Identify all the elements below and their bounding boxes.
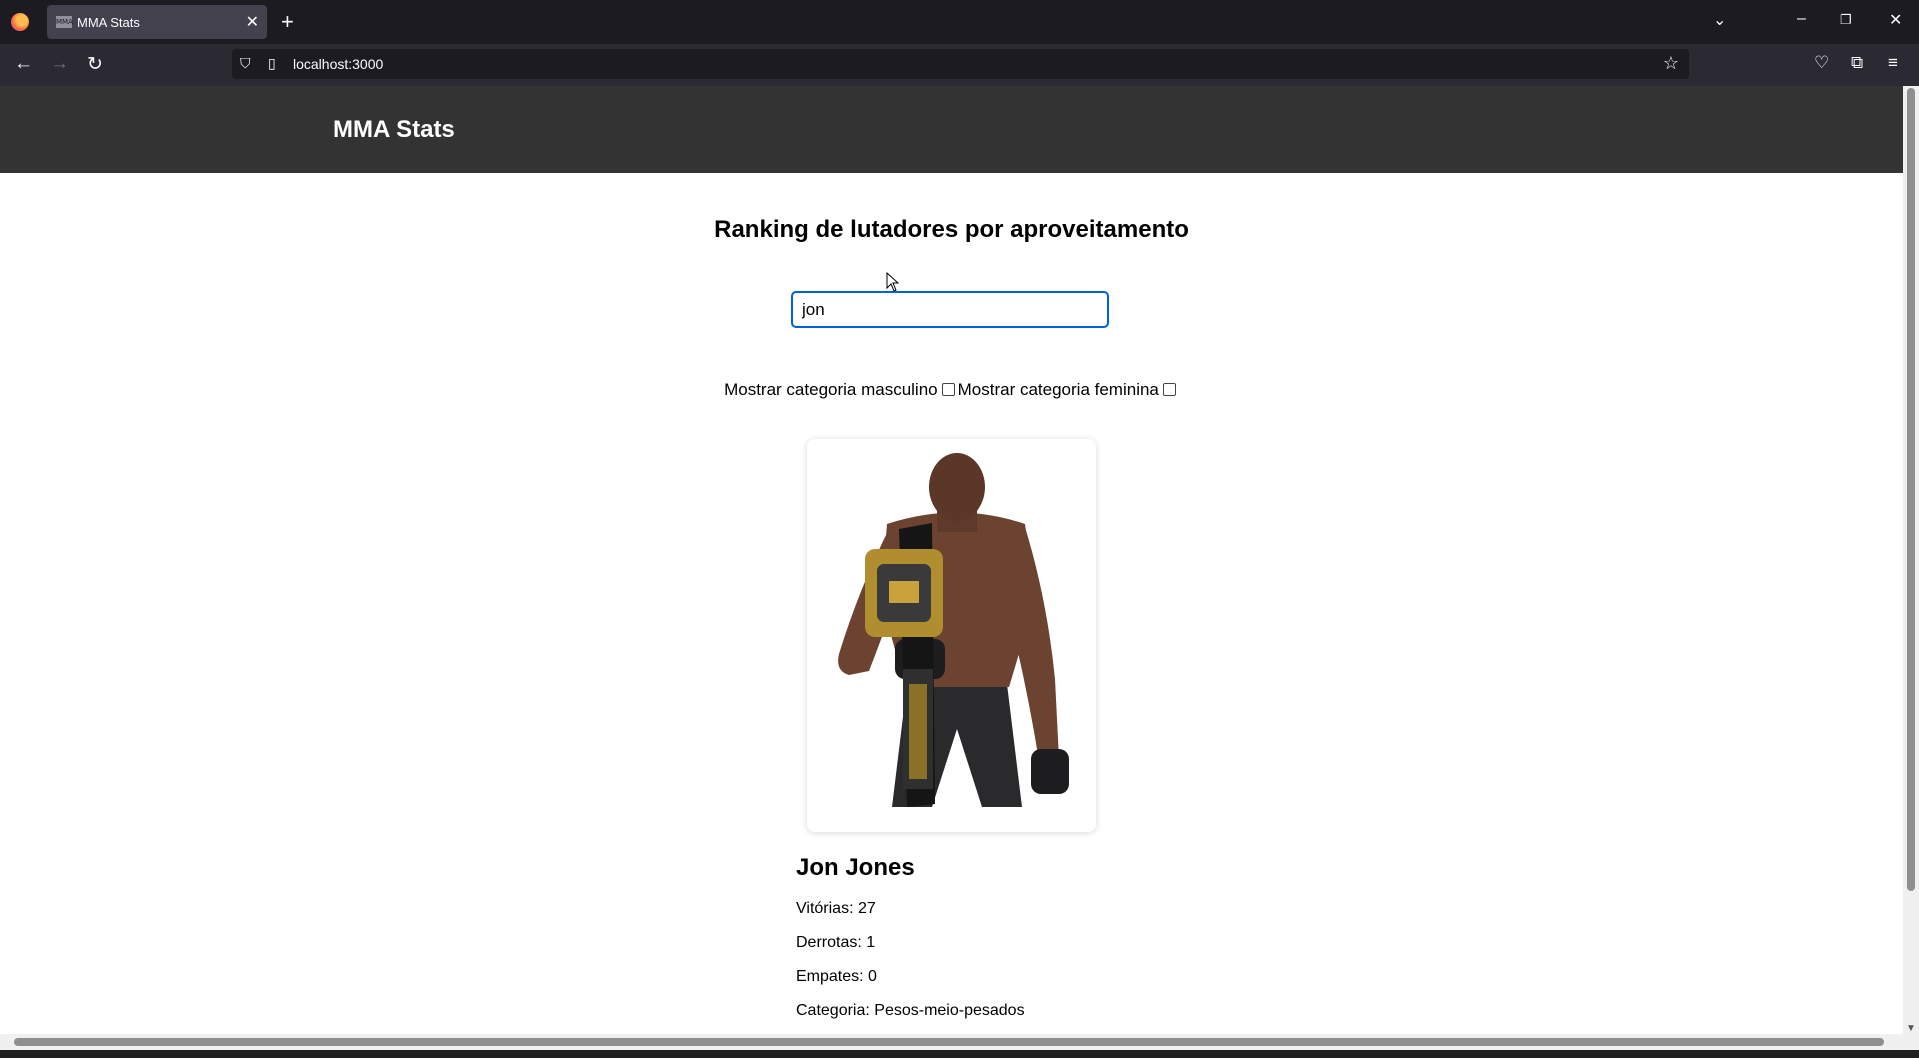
- fighter-category: Categoria: Pesos-meio-pesados: [796, 1002, 1025, 1019]
- new-tab-icon[interactable]: +: [281, 9, 294, 35]
- extensions-icon[interactable]: ⧉: [1851, 53, 1863, 73]
- tab-favicon-icon: MMA: [56, 16, 73, 28]
- page-info-icon[interactable]: ▯: [268, 55, 276, 72]
- page-title: Ranking de lutadores por aproveitamento: [714, 216, 1189, 243]
- forward-icon[interactable]: →: [50, 53, 69, 75]
- vertical-scrollbar[interactable]: ▼: [1903, 86, 1919, 1034]
- url-text[interactable]: localhost:3000: [293, 56, 383, 72]
- firefox-logo-icon[interactable]: [11, 13, 29, 31]
- search-input[interactable]: [791, 291, 1109, 328]
- vertical-scroll-thumb[interactable]: [1907, 88, 1915, 891]
- bookmark-star-icon[interactable]: ☆: [1663, 53, 1679, 74]
- horizontal-scrollbar[interactable]: [0, 1034, 1919, 1050]
- filter-male-checkbox[interactable]: [941, 383, 955, 396]
- filter-female-checkbox[interactable]: [1162, 383, 1176, 396]
- fighter-photo-card: [807, 439, 1096, 832]
- browser-tab[interactable]: MMA MMA Stats ✕: [47, 5, 267, 39]
- list-all-tabs-icon[interactable]: ⌄: [1713, 10, 1726, 30]
- address-bar[interactable]: ⛉ ▯ localhost:3000 ☆: [232, 49, 1689, 79]
- site-header: MMA Stats: [0, 86, 1903, 173]
- mouse-cursor-icon: [886, 272, 900, 292]
- horizontal-scroll-thumb[interactable]: [14, 1038, 1884, 1046]
- window-close-icon[interactable]: ✕: [1889, 10, 1902, 30]
- shield-icon[interactable]: ⛉: [240, 55, 251, 72]
- restore-icon[interactable]: ❐: [1840, 12, 1852, 28]
- fighter-losses: Derrotas: 1: [796, 934, 876, 951]
- site-title[interactable]: MMA Stats: [333, 116, 455, 144]
- pocket-icon[interactable]: ♡: [1814, 53, 1829, 73]
- menu-icon[interactable]: ≡: [1888, 53, 1898, 73]
- browser-nav-bar: ← → ↻ ⛉ ▯ localhost:3000 ☆ ♡ ⧉ ≡: [0, 44, 1919, 86]
- fighter-draws: Empates: 0: [796, 968, 877, 985]
- os-taskbar: [0, 1050, 1919, 1058]
- fighter-name: Jon Jones: [796, 854, 915, 881]
- fighter-wins: Vitórias: 27: [796, 900, 876, 917]
- page-viewport: MMA Stats Ranking de lutadores por aprov…: [0, 86, 1903, 1034]
- back-icon[interactable]: ←: [14, 53, 33, 75]
- tab-title: MMA Stats: [77, 15, 140, 30]
- filter-female-label: Mostrar categoria feminina: [957, 380, 1159, 399]
- minimize-icon[interactable]: –: [1797, 10, 1806, 28]
- scroll-down-icon[interactable]: ▼: [1903, 1023, 1919, 1034]
- fighter-photo: [838, 453, 1069, 807]
- tab-close-icon[interactable]: ✕: [246, 12, 259, 32]
- filter-male-label: Mostrar categoria masculino: [724, 380, 938, 399]
- browser-tab-bar: MMA MMA Stats ✕ + ⌄ – ❐ ✕: [0, 0, 1919, 44]
- reload-icon[interactable]: ↻: [87, 53, 103, 76]
- category-filters: Mostrar categoria masculino Mostrar categ…: [0, 380, 1903, 400]
